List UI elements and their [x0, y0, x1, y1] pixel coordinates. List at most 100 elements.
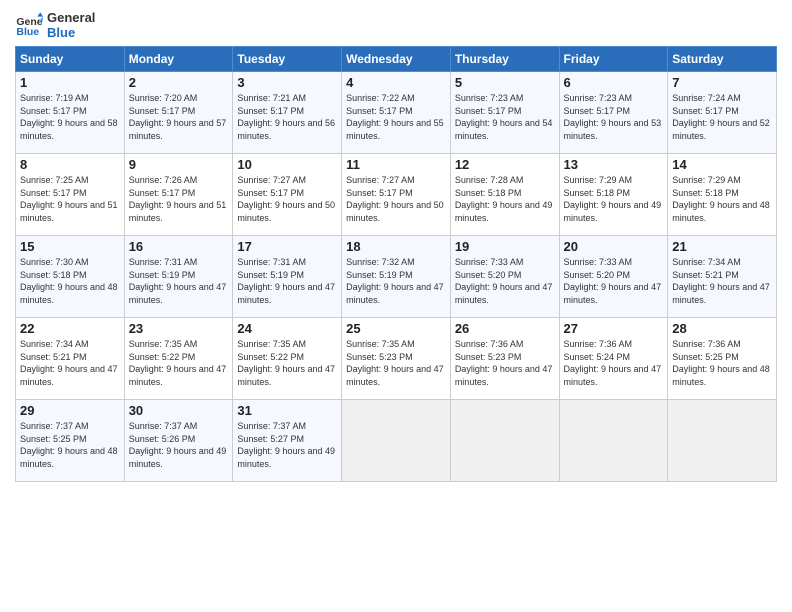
- day-number: 27: [564, 321, 664, 336]
- calendar-cell: [668, 400, 777, 482]
- calendar-cell: 30 Sunrise: 7:37 AMSunset: 5:26 PMDayligh…: [124, 400, 233, 482]
- calendar-cell: 20 Sunrise: 7:33 AMSunset: 5:20 PMDayligh…: [559, 236, 668, 318]
- calendar-cell: 27 Sunrise: 7:36 AMSunset: 5:24 PMDayligh…: [559, 318, 668, 400]
- day-info: Sunrise: 7:26 AMSunset: 5:17 PMDaylight:…: [129, 174, 229, 224]
- calendar-cell: [342, 400, 451, 482]
- svg-text:Blue: Blue: [16, 26, 39, 38]
- day-number: 11: [346, 157, 446, 172]
- day-number: 22: [20, 321, 120, 336]
- day-info: Sunrise: 7:21 AMSunset: 5:17 PMDaylight:…: [237, 92, 337, 142]
- weekday-header-tuesday: Tuesday: [233, 47, 342, 72]
- day-number: 21: [672, 239, 772, 254]
- calendar-cell: 8 Sunrise: 7:25 AMSunset: 5:17 PMDaylight…: [16, 154, 125, 236]
- day-number: 5: [455, 75, 555, 90]
- weekday-header-thursday: Thursday: [450, 47, 559, 72]
- calendar-cell: 19 Sunrise: 7:33 AMSunset: 5:20 PMDayligh…: [450, 236, 559, 318]
- day-number: 19: [455, 239, 555, 254]
- calendar-cell: [450, 400, 559, 482]
- day-number: 7: [672, 75, 772, 90]
- day-info: Sunrise: 7:23 AMSunset: 5:17 PMDaylight:…: [455, 92, 555, 142]
- day-info: Sunrise: 7:36 AMSunset: 5:25 PMDaylight:…: [672, 338, 772, 388]
- weekday-header-sunday: Sunday: [16, 47, 125, 72]
- day-number: 20: [564, 239, 664, 254]
- weekday-header-friday: Friday: [559, 47, 668, 72]
- calendar-container: General Blue General Blue SundayMondayTu…: [0, 0, 792, 492]
- day-number: 3: [237, 75, 337, 90]
- calendar-cell: 21Sunrise: 7:34 AMSunset: 5:21 PMDayligh…: [668, 236, 777, 318]
- calendar-cell: 25Sunrise: 7:35 AMSunset: 5:23 PMDayligh…: [342, 318, 451, 400]
- day-info: Sunrise: 7:20 AMSunset: 5:17 PMDaylight:…: [129, 92, 229, 142]
- day-info: Sunrise: 7:27 AMSunset: 5:17 PMDaylight:…: [237, 174, 337, 224]
- day-info: Sunrise: 7:31 AMSunset: 5:19 PMDaylight:…: [129, 256, 229, 306]
- day-info: Sunrise: 7:24 AMSunset: 5:17 PMDaylight:…: [672, 92, 772, 142]
- weekday-header-wednesday: Wednesday: [342, 47, 451, 72]
- calendar-cell: 4 Sunrise: 7:22 AMSunset: 5:17 PMDaylight…: [342, 72, 451, 154]
- day-number: 2: [129, 75, 229, 90]
- day-number: 24: [237, 321, 337, 336]
- day-info: Sunrise: 7:36 AMSunset: 5:23 PMDaylight:…: [455, 338, 555, 388]
- calendar-cell: 18 Sunrise: 7:32 AMSunset: 5:19 PMDayligh…: [342, 236, 451, 318]
- day-info: Sunrise: 7:28 AMSunset: 5:18 PMDaylight:…: [455, 174, 555, 224]
- day-info: Sunrise: 7:22 AMSunset: 5:17 PMDaylight:…: [346, 92, 446, 142]
- day-number: 30: [129, 403, 229, 418]
- weekday-header-monday: Monday: [124, 47, 233, 72]
- day-info: Sunrise: 7:25 AMSunset: 5:17 PMDaylight:…: [20, 174, 120, 224]
- logo-blue: Blue: [47, 25, 95, 40]
- logo-general: General: [47, 10, 95, 25]
- day-number: 6: [564, 75, 664, 90]
- day-info: Sunrise: 7:37 AMSunset: 5:26 PMDaylight:…: [129, 420, 229, 470]
- day-number: 4: [346, 75, 446, 90]
- weekday-header-saturday: Saturday: [668, 47, 777, 72]
- day-info: Sunrise: 7:31 AMSunset: 5:19 PMDaylight:…: [237, 256, 337, 306]
- day-info: Sunrise: 7:37 AMSunset: 5:25 PMDaylight:…: [20, 420, 120, 470]
- day-info: Sunrise: 7:32 AMSunset: 5:19 PMDaylight:…: [346, 256, 446, 306]
- calendar-cell: 31Sunrise: 7:37 AMSunset: 5:27 PMDayligh…: [233, 400, 342, 482]
- day-info: Sunrise: 7:29 AMSunset: 5:18 PMDaylight:…: [564, 174, 664, 224]
- day-info: Sunrise: 7:35 AMSunset: 5:22 PMDaylight:…: [237, 338, 337, 388]
- day-info: Sunrise: 7:33 AMSunset: 5:20 PMDaylight:…: [455, 256, 555, 306]
- day-number: 10: [237, 157, 337, 172]
- day-info: Sunrise: 7:19 AMSunset: 5:17 PMDaylight:…: [20, 92, 120, 142]
- day-number: 9: [129, 157, 229, 172]
- day-number: 15: [20, 239, 120, 254]
- day-info: Sunrise: 7:30 AMSunset: 5:18 PMDaylight:…: [20, 256, 120, 306]
- day-info: Sunrise: 7:35 AMSunset: 5:22 PMDaylight:…: [129, 338, 229, 388]
- calendar-cell: 3 Sunrise: 7:21 AMSunset: 5:17 PMDaylight…: [233, 72, 342, 154]
- day-info: Sunrise: 7:37 AMSunset: 5:27 PMDaylight:…: [237, 420, 337, 470]
- day-number: 18: [346, 239, 446, 254]
- logo: General Blue General Blue: [15, 10, 95, 40]
- calendar-cell: 5 Sunrise: 7:23 AMSunset: 5:17 PMDaylight…: [450, 72, 559, 154]
- calendar-cell: 7 Sunrise: 7:24 AMSunset: 5:17 PMDaylight…: [668, 72, 777, 154]
- calendar-table: SundayMondayTuesdayWednesdayThursdayFrid…: [15, 46, 777, 482]
- calendar-cell: 12Sunrise: 7:28 AMSunset: 5:18 PMDayligh…: [450, 154, 559, 236]
- calendar-cell: 11 Sunrise: 7:27 AMSunset: 5:17 PMDayligh…: [342, 154, 451, 236]
- calendar-cell: 6 Sunrise: 7:23 AMSunset: 5:17 PMDaylight…: [559, 72, 668, 154]
- weekday-header-row: SundayMondayTuesdayWednesdayThursdayFrid…: [16, 47, 777, 72]
- day-info: Sunrise: 7:33 AMSunset: 5:20 PMDaylight:…: [564, 256, 664, 306]
- day-number: 23: [129, 321, 229, 336]
- calendar-cell: 23 Sunrise: 7:35 AMSunset: 5:22 PMDayligh…: [124, 318, 233, 400]
- calendar-cell: 10 Sunrise: 7:27 AMSunset: 5:17 PMDayligh…: [233, 154, 342, 236]
- day-number: 8: [20, 157, 120, 172]
- day-info: Sunrise: 7:23 AMSunset: 5:17 PMDaylight:…: [564, 92, 664, 142]
- day-number: 17: [237, 239, 337, 254]
- calendar-row: 8 Sunrise: 7:25 AMSunset: 5:17 PMDaylight…: [16, 154, 777, 236]
- day-info: Sunrise: 7:34 AMSunset: 5:21 PMDaylight:…: [20, 338, 120, 388]
- calendar-cell: 1Sunrise: 7:19 AMSunset: 5:17 PMDaylight…: [16, 72, 125, 154]
- calendar-row: 1Sunrise: 7:19 AMSunset: 5:17 PMDaylight…: [16, 72, 777, 154]
- day-number: 25: [346, 321, 446, 336]
- day-number: 28: [672, 321, 772, 336]
- calendar-cell: 2 Sunrise: 7:20 AMSunset: 5:17 PMDaylight…: [124, 72, 233, 154]
- day-info: Sunrise: 7:27 AMSunset: 5:17 PMDaylight:…: [346, 174, 446, 224]
- day-info: Sunrise: 7:29 AMSunset: 5:18 PMDaylight:…: [672, 174, 772, 224]
- calendar-cell: 15 Sunrise: 7:30 AMSunset: 5:18 PMDayligh…: [16, 236, 125, 318]
- day-number: 16: [129, 239, 229, 254]
- calendar-cell: 28 Sunrise: 7:36 AMSunset: 5:25 PMDayligh…: [668, 318, 777, 400]
- day-number: 29: [20, 403, 120, 418]
- calendar-cell: 16 Sunrise: 7:31 AMSunset: 5:19 PMDayligh…: [124, 236, 233, 318]
- day-info: Sunrise: 7:36 AMSunset: 5:24 PMDaylight:…: [564, 338, 664, 388]
- day-number: 13: [564, 157, 664, 172]
- header: General Blue General Blue: [15, 10, 777, 40]
- calendar-cell: 9 Sunrise: 7:26 AMSunset: 5:17 PMDaylight…: [124, 154, 233, 236]
- calendar-row: 22 Sunrise: 7:34 AMSunset: 5:21 PMDayligh…: [16, 318, 777, 400]
